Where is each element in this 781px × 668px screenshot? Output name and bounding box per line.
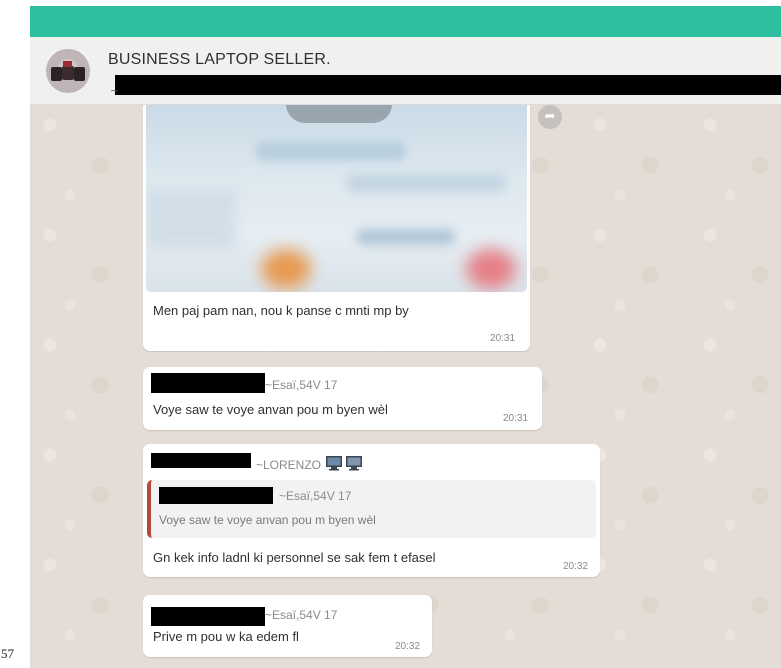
sender-row: ~LORENZO — [256, 455, 363, 472]
monitor-icon — [326, 456, 363, 471]
redacted-participants — [115, 75, 781, 95]
forward-icon[interactable]: ➦ — [538, 105, 562, 129]
message-text: Prive m pou w ka edem fl — [153, 629, 299, 644]
blurred-image[interactable] — [146, 105, 527, 292]
message-time: 20:31 — [490, 333, 516, 344]
text-message[interactable]: ~Esaï,54V 17 Prive m pou w ka edem fl 20… — [143, 595, 432, 657]
message-text: Gn kek info ladnl ki personnel se sak fe… — [153, 550, 436, 565]
chat-header[interactable]: BUSINESS LAPTOP SELLER. ~ — [30, 37, 781, 105]
reply-message[interactable]: ~LORENZO ~Esaï,54V 17 Voye saw te voye a… — [143, 444, 600, 577]
redacted-quoted-sender — [159, 487, 273, 504]
message-text: Voye saw te voye anvan pou m byen wèl — [153, 402, 388, 417]
quoted-message[interactable]: ~Esaï,54V 17 Voye saw te voye anvan pou … — [147, 480, 596, 538]
chat-panel[interactable]: Men paj pam nan, nou k panse c mnti mp b… — [30, 105, 781, 668]
sender-name[interactable]: ~Esaï,54V 17 — [265, 378, 337, 392]
redacted-sender-phone — [151, 373, 265, 393]
subtitle-mark: ~ — [110, 86, 119, 97]
text-message[interactable]: ~Esaï,54V 17 Voye saw te voye anvan pou … — [143, 367, 542, 430]
sender-name[interactable]: ~Esaï,54V 17 — [265, 608, 337, 622]
download-pill[interactable] — [286, 105, 392, 123]
image-message[interactable]: Men paj pam nan, nou k panse c mnti mp b… — [143, 105, 530, 351]
image-caption: Men paj pam nan, nou k panse c mnti mp b… — [153, 303, 409, 318]
message-time: 20:32 — [395, 641, 421, 652]
message-time: 20:32 — [563, 561, 589, 572]
quoted-sender-name: ~Esaï,54V 17 — [279, 489, 352, 503]
redacted-sender-phone — [151, 607, 265, 626]
redacted-sender-phone — [151, 453, 251, 468]
quoted-text: Voye saw te voye anvan pou m byen wèl — [159, 513, 376, 527]
message-time: 20:31 — [503, 413, 529, 424]
group-avatar[interactable] — [46, 49, 90, 93]
chat-title[interactable]: BUSINESS LAPTOP SELLER. — [108, 51, 331, 69]
sender-name[interactable]: ~LORENZO — [256, 458, 321, 472]
side-page-number: 57 — [1, 646, 14, 661]
app-top-bar — [30, 6, 781, 37]
